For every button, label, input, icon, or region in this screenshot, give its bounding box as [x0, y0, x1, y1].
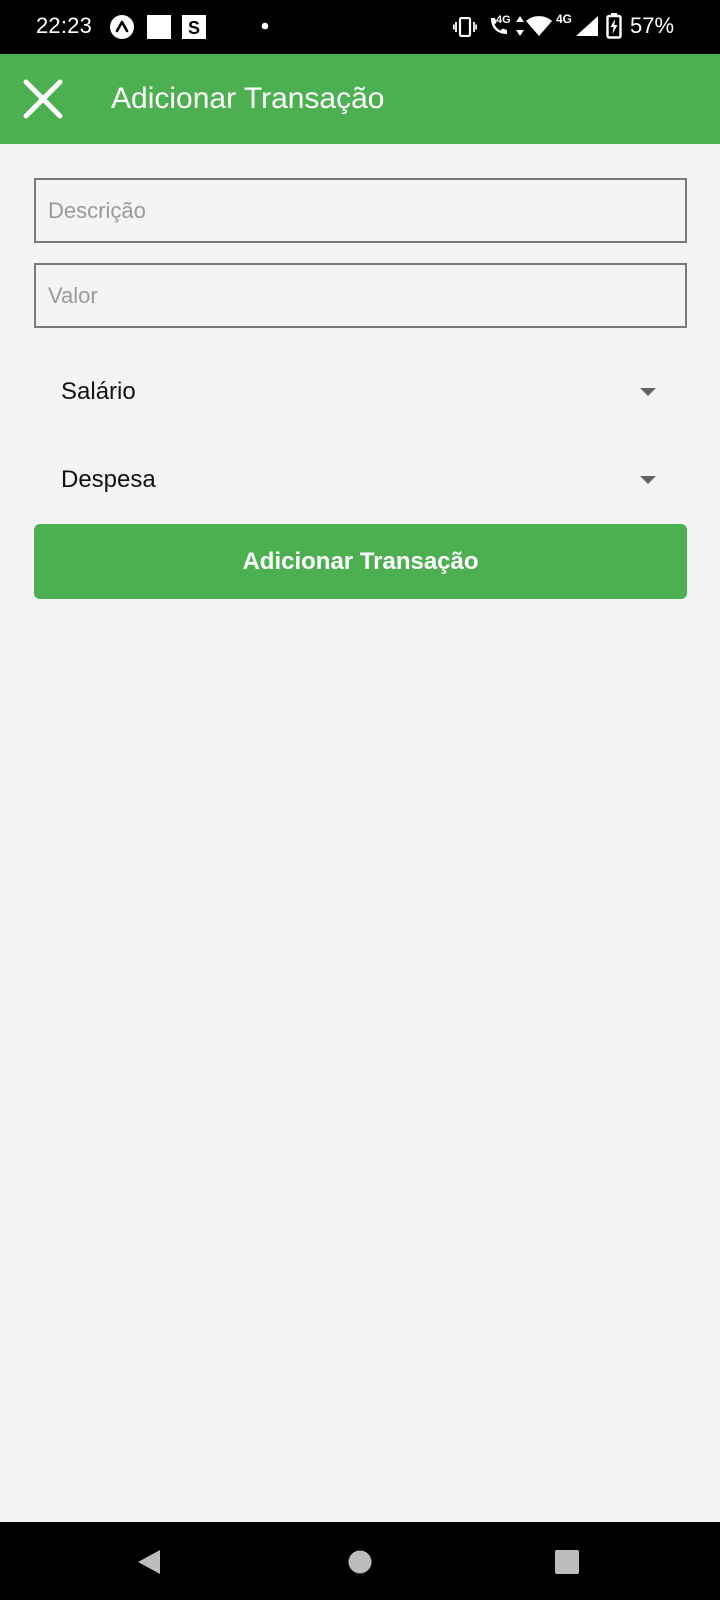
- s-app-icon: S: [182, 15, 206, 39]
- dot-icon: [261, 22, 269, 30]
- close-icon: [23, 79, 63, 119]
- status-time: 22:23: [36, 13, 93, 38]
- type-select[interactable]: Despesa: [34, 446, 687, 516]
- battery-charging-icon: [606, 13, 622, 39]
- chevron-down-icon: [640, 476, 656, 484]
- expo-icon: [110, 15, 134, 39]
- battery-percent: 57%: [630, 13, 675, 38]
- data-arrows-icon: [516, 16, 524, 36]
- add-transaction-button[interactable]: Adicionar Transação: [34, 524, 687, 599]
- category-select[interactable]: Salário: [34, 358, 687, 428]
- page-title: Adicionar Transação: [111, 82, 385, 115]
- vibrate-icon: [453, 17, 477, 37]
- wifi-icon: [526, 16, 552, 36]
- status-bar: 22:23 S 4G 4G 57%: [0, 0, 720, 54]
- network-label-1: 4G: [496, 14, 511, 26]
- network-label-2: 4G: [556, 12, 573, 26]
- svg-text:S: S: [188, 18, 200, 38]
- back-triangle-icon[interactable]: [136, 1548, 162, 1576]
- white-square-icon: [147, 15, 171, 39]
- chevron-down-icon: [640, 388, 656, 396]
- home-circle-icon[interactable]: [348, 1550, 372, 1574]
- category-select-value: Salário: [61, 378, 136, 405]
- navigation-bar: [0, 1522, 720, 1600]
- recents-square-icon[interactable]: [555, 1550, 579, 1574]
- type-select-value: Despesa: [61, 466, 156, 493]
- amount-input[interactable]: [34, 263, 687, 328]
- close-button[interactable]: [14, 70, 72, 128]
- app-bar: Adicionar Transação: [0, 54, 720, 144]
- cell-signal-icon: [576, 16, 598, 36]
- description-input[interactable]: [34, 178, 687, 243]
